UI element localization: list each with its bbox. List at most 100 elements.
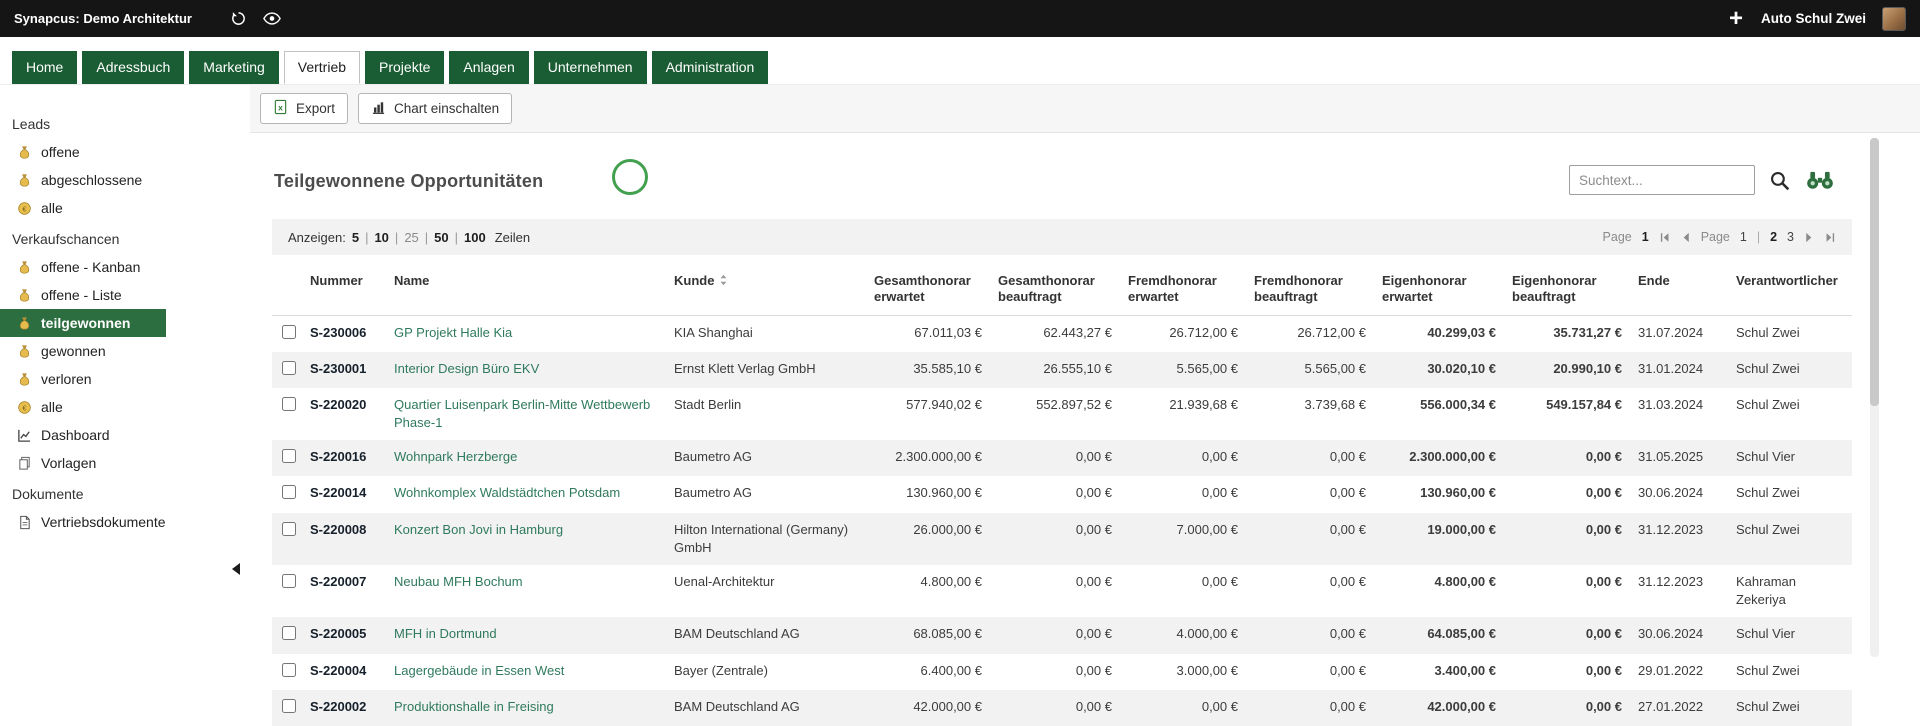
column-header-eh_beauftragt[interactable]: Eigenhonorarbeauftragt	[1504, 263, 1630, 315]
chart-toggle-button[interactable]: Chart einschalten	[358, 93, 512, 124]
tab-unternehmen[interactable]: Unternehmen	[534, 51, 647, 84]
cell-nummer[interactable]: S-220016	[302, 440, 386, 476]
scrollbar-thumb[interactable]	[1870, 138, 1879, 406]
tab-home[interactable]: Home	[12, 51, 77, 84]
sidebar-item-offene[interactable]: offene	[0, 138, 250, 166]
row-checkbox[interactable]	[282, 449, 296, 463]
cell-name[interactable]: Produktionshalle in Freising	[386, 690, 666, 726]
row-checkbox[interactable]	[282, 361, 296, 375]
history-icon[interactable]	[230, 10, 247, 27]
page-size-10[interactable]: 10	[374, 230, 388, 245]
page-size-100[interactable]: 100	[464, 230, 486, 245]
cell-gh_erwartet: 130.960,00 €	[866, 476, 990, 512]
sidebar-item-alle[interactable]: €alle	[0, 194, 250, 222]
cell-name[interactable]: Neubau MFH Bochum	[386, 565, 666, 617]
cell-fh_erwartet: 26.712,00 €	[1120, 315, 1246, 352]
tab-projekte[interactable]: Projekte	[365, 51, 444, 84]
page-size-50[interactable]: 50	[434, 230, 448, 245]
page-size-5[interactable]: 5	[352, 230, 359, 245]
row-checkbox[interactable]	[282, 522, 296, 536]
row-checkbox[interactable]	[282, 397, 296, 411]
cell-nummer[interactable]: S-220002	[302, 690, 386, 726]
table-row: S-220020Quartier Luisenpark Berlin-Mitte…	[272, 388, 1852, 440]
row-checkbox[interactable]	[282, 626, 296, 640]
cell-name[interactable]: GP Projekt Halle Kia	[386, 315, 666, 352]
cell-nummer[interactable]: S-220007	[302, 565, 386, 617]
column-header-gh_erwartet[interactable]: Gesamthonorarerwartet	[866, 263, 990, 315]
pager-next-icon[interactable]	[1804, 232, 1814, 243]
sidebar-item-verloren[interactable]: verloren	[0, 365, 250, 393]
row-checkbox[interactable]	[282, 574, 296, 588]
row-checkbox[interactable]	[282, 485, 296, 499]
add-icon[interactable]: +	[1729, 7, 1743, 31]
sidebar-collapse-icon[interactable]	[232, 563, 240, 575]
sort-icon[interactable]	[719, 274, 728, 286]
row-checkbox[interactable]	[282, 663, 296, 677]
opportunities-tbody: S-230006GP Projekt Halle KiaKIA Shanghai…	[272, 315, 1852, 726]
pager-page-2[interactable]: 2	[1770, 230, 1777, 244]
cell-name[interactable]: Interior Design Büro EKV	[386, 352, 666, 388]
cell-name[interactable]: Quartier Luisenpark Berlin-Mitte Wettbew…	[386, 388, 666, 440]
sidebar-item-abgeschlossene[interactable]: abgeschlossene	[0, 166, 250, 194]
cell-name[interactable]: Wohnpark Herzberge	[386, 440, 666, 476]
cell-nummer[interactable]: S-230006	[302, 315, 386, 352]
page-size-selector: Anzeigen: 5|10|25|50|100 Zeilen	[288, 230, 530, 245]
user-name[interactable]: Auto Schul Zwei	[1761, 11, 1866, 26]
pager-page-3[interactable]: 3	[1787, 230, 1794, 244]
sidebar-item-dashboard[interactable]: Dashboard	[0, 421, 250, 449]
cell-ende: 30.06.2024	[1630, 617, 1728, 653]
page-size-25[interactable]: 25	[404, 230, 418, 245]
row-checkbox[interactable]	[282, 325, 296, 339]
cell-name[interactable]: MFH in Dortmund	[386, 617, 666, 653]
column-header-label: erwartet	[874, 289, 925, 304]
sidebar-item-gewonnen[interactable]: gewonnen	[0, 337, 250, 365]
vertical-scrollbar[interactable]	[1870, 138, 1879, 657]
column-header-name[interactable]: Name	[386, 263, 666, 315]
cell-eh_beauftragt: 0,00 €	[1504, 654, 1630, 690]
pager-last-icon[interactable]	[1824, 232, 1836, 243]
column-header-verantwortlicher[interactable]: Verantwortlicher	[1728, 263, 1852, 315]
sidebar-item-alle[interactable]: €alle	[0, 393, 250, 421]
column-header-gh_beauftragt[interactable]: Gesamthonorarbeauftragt	[990, 263, 1120, 315]
column-header-ende[interactable]: Ende	[1630, 263, 1728, 315]
cell-nummer[interactable]: S-220004	[302, 654, 386, 690]
binoculars-icon[interactable]	[1806, 170, 1834, 190]
column-header-kunde[interactable]: Kunde	[666, 263, 866, 315]
tab-marketing[interactable]: Marketing	[189, 51, 278, 84]
avatar[interactable]	[1882, 7, 1906, 31]
pager-prev-icon[interactable]	[1681, 232, 1691, 243]
cell-nummer[interactable]: S-220014	[302, 476, 386, 512]
pager-first-icon[interactable]	[1659, 232, 1671, 243]
sidebar-item-offene-liste[interactable]: offene - Liste	[0, 281, 250, 309]
column-header-eh_erwartet[interactable]: Eigenhonorarerwartet	[1374, 263, 1504, 315]
cell-nummer[interactable]: S-220005	[302, 617, 386, 653]
cell-gh_beauftragt: 0,00 €	[990, 513, 1120, 565]
column-header-nummer[interactable]: Nummer	[302, 263, 386, 315]
search-icon[interactable]	[1769, 170, 1790, 191]
column-header-fh_erwartet[interactable]: Fremdhonorarerwartet	[1120, 263, 1246, 315]
sidebar-item-vertriebsdokumente[interactable]: Vertriebsdokumente	[0, 508, 250, 536]
cell-name[interactable]: Lagergebäude in Essen West	[386, 654, 666, 690]
money-bag-icon	[16, 316, 33, 331]
cell-name[interactable]: Wohnkomplex Waldstädtchen Potsdam	[386, 476, 666, 512]
tab-administration[interactable]: Administration	[652, 51, 769, 84]
cell-name[interactable]: Konzert Bon Jovi in Hamburg	[386, 513, 666, 565]
sidebar-item-teilgewonnen[interactable]: teilgewonnen	[0, 309, 166, 337]
sidebar-item-offene-kanban[interactable]: offene - Kanban	[0, 253, 250, 281]
eye-icon[interactable]	[263, 12, 281, 25]
cell-nummer[interactable]: S-230001	[302, 352, 386, 388]
cell-nummer[interactable]: S-220008	[302, 513, 386, 565]
sidebar-item-label: Dashboard	[41, 427, 110, 443]
search-input[interactable]	[1569, 165, 1755, 195]
column-header-label: Kunde	[674, 273, 714, 288]
tab-adressbuch[interactable]: Adressbuch	[82, 51, 184, 84]
tab-anlagen[interactable]: Anlagen	[449, 51, 528, 84]
export-button[interactable]: x Export	[260, 93, 348, 124]
column-header-fh_beauftragt[interactable]: Fremdhonorarbeauftragt	[1246, 263, 1374, 315]
pager-page-1[interactable]: 1	[1740, 230, 1747, 244]
sidebar-item-vorlagen[interactable]: Vorlagen	[0, 449, 250, 477]
cell-nummer[interactable]: S-220020	[302, 388, 386, 440]
sidebar-item-label: Vertriebsdokumente	[41, 514, 166, 530]
row-checkbox[interactable]	[282, 699, 296, 713]
tab-vertrieb[interactable]: Vertrieb	[284, 51, 360, 84]
